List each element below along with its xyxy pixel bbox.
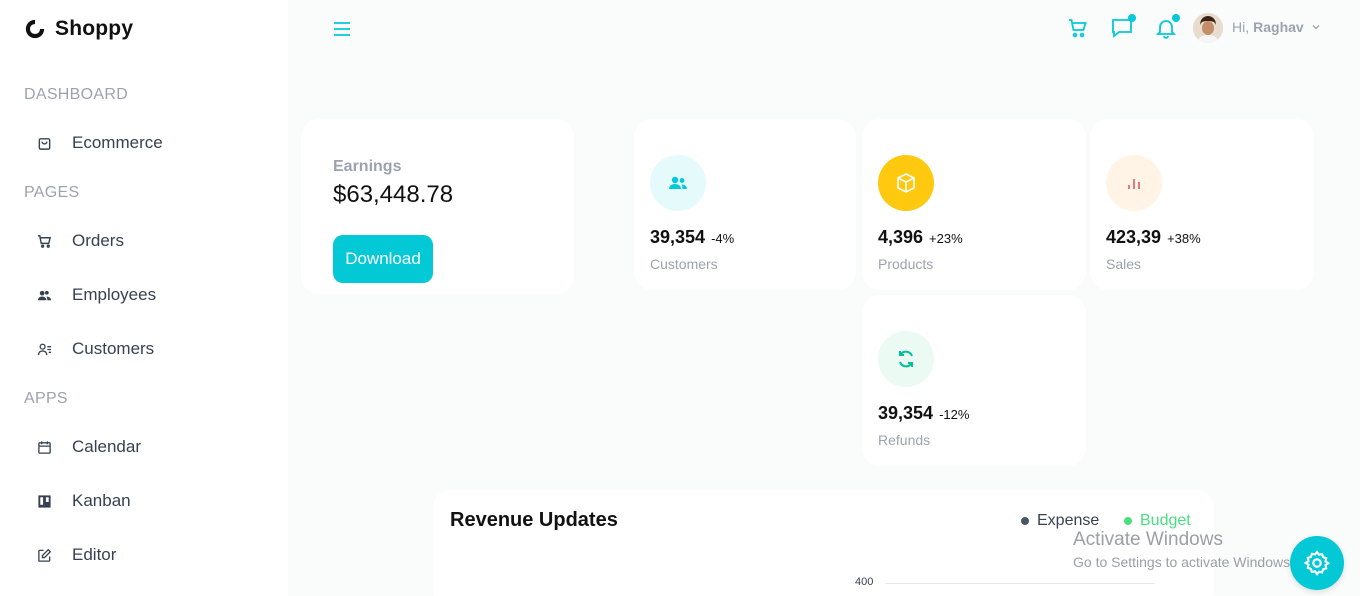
avatar[interactable]: [1193, 13, 1223, 43]
stat-percentage: -12%: [939, 407, 970, 422]
download-button[interactable]: Download: [333, 235, 433, 283]
stat-card-refunds: 39,354 -12% Refunds: [862, 295, 1086, 466]
watermark-title: Activate Windows: [1073, 529, 1223, 550]
legend-item-budget: Budget: [1124, 512, 1191, 530]
customers-icon[interactable]: [650, 155, 706, 211]
sidebar-item-label: Ecommerce: [72, 133, 163, 152]
stat-amount-value: 423,39: [1106, 227, 1162, 247]
sidebar-item-orders[interactable]: Orders: [24, 221, 264, 261]
stat-card-products: 4,396 +23% Products: [862, 119, 1086, 290]
user-name: Raghav: [1253, 19, 1304, 35]
stat-title: Refunds: [878, 432, 931, 448]
sidebar-item-label: Orders: [72, 231, 124, 250]
legend-dot: [1124, 517, 1132, 525]
sidebar-item-employees[interactable]: Employees: [24, 275, 264, 315]
section-title-pages: PAGES: [24, 184, 80, 201]
earnings-label: Earnings: [333, 158, 402, 175]
greeting-text: Hi,: [1232, 19, 1250, 35]
sidebar-item-customers[interactable]: Customers: [24, 329, 264, 369]
stat-percentage: -4%: [711, 231, 735, 246]
sidebar: Shoppy DASHBOARD Ecommerce PAGES Orders …: [0, 0, 288, 596]
gear-icon: [1303, 550, 1331, 576]
customers-icon: [36, 341, 52, 357]
sidebar-item-label: Editor: [72, 545, 117, 564]
kanban-icon: [36, 493, 52, 509]
section-title-apps: APPS: [24, 390, 68, 407]
stat-amount: 39,354 -12%: [878, 403, 969, 424]
box-icon[interactable]: [878, 155, 934, 211]
windows-activation-watermark: Activate Windows Go to Settings to activ…: [1073, 529, 1294, 570]
legend-dot: [1021, 517, 1029, 525]
stat-amount-value: 39,354: [878, 403, 934, 423]
stat-title: Customers: [650, 256, 718, 272]
stat-title: Products: [878, 256, 934, 272]
chat-notification-dot: [1128, 14, 1136, 22]
stat-card-sales: 423,39 +38% Sales: [1090, 119, 1314, 290]
sidebar-item-calendar[interactable]: Calendar: [24, 427, 264, 467]
sidebar-item-label: Calendar: [72, 437, 141, 456]
settings-button[interactable]: [1290, 536, 1344, 590]
brand-name: Shoppy: [55, 17, 134, 40]
sidebar-item-kanban[interactable]: Kanban: [24, 481, 264, 521]
legend-item-expense: Expense: [1021, 512, 1099, 530]
legend-label: Expense: [1037, 512, 1100, 529]
sidebar-item-label: Employees: [72, 285, 157, 304]
cart-icon[interactable]: [1066, 16, 1090, 40]
shopping-bag-icon: [36, 135, 52, 151]
grid-line: [885, 583, 1155, 584]
calendar-icon: [36, 439, 52, 455]
employees-icon: [36, 287, 52, 303]
earnings-card: Earnings $63,448.78 Download: [301, 119, 574, 294]
bar-chart-icon[interactable]: [1106, 155, 1162, 211]
legend-label: Budget: [1140, 512, 1191, 529]
logo-icon: [25, 19, 45, 39]
stat-percentage: +38%: [1167, 231, 1201, 246]
watermark-subtitle: Go to Settings to activate Windows.: [1073, 554, 1294, 570]
cart-icon: [36, 233, 52, 249]
stat-amount: 4,396 +23%: [878, 227, 963, 248]
stat-percentage: +23%: [929, 231, 963, 246]
section-title-dashboard: DASHBOARD: [24, 86, 129, 103]
sidebar-item-ecommerce[interactable]: Ecommerce: [24, 123, 264, 163]
stat-title: Sales: [1106, 256, 1142, 272]
chevron-down-icon[interactable]: [1310, 21, 1322, 33]
stat-amount: 39,354 -4%: [650, 227, 734, 248]
edit-icon: [36, 547, 52, 563]
earnings-value: $63,448.78: [333, 181, 454, 208]
stat-amount-value: 39,354: [650, 227, 706, 247]
stat-amount-value: 4,396: [878, 227, 924, 247]
menu-icon[interactable]: [332, 19, 352, 39]
sidebar-item-editor[interactable]: Editor: [24, 535, 264, 575]
refresh-icon[interactable]: [878, 331, 934, 387]
stat-card-customers: 39,354 -4% Customers: [634, 119, 856, 290]
brand-link[interactable]: Shoppy: [24, 17, 133, 41]
sidebar-item-label: Kanban: [72, 491, 131, 510]
bell-notification-dot: [1172, 14, 1180, 22]
y-axis-tick: 400: [855, 576, 874, 588]
stat-amount: 423,39 +38%: [1106, 227, 1201, 248]
revenue-title: Revenue Updates: [450, 509, 618, 531]
sidebar-item-label: Customers: [72, 339, 155, 358]
user-greeting[interactable]: Hi, Raghav: [1232, 19, 1304, 35]
